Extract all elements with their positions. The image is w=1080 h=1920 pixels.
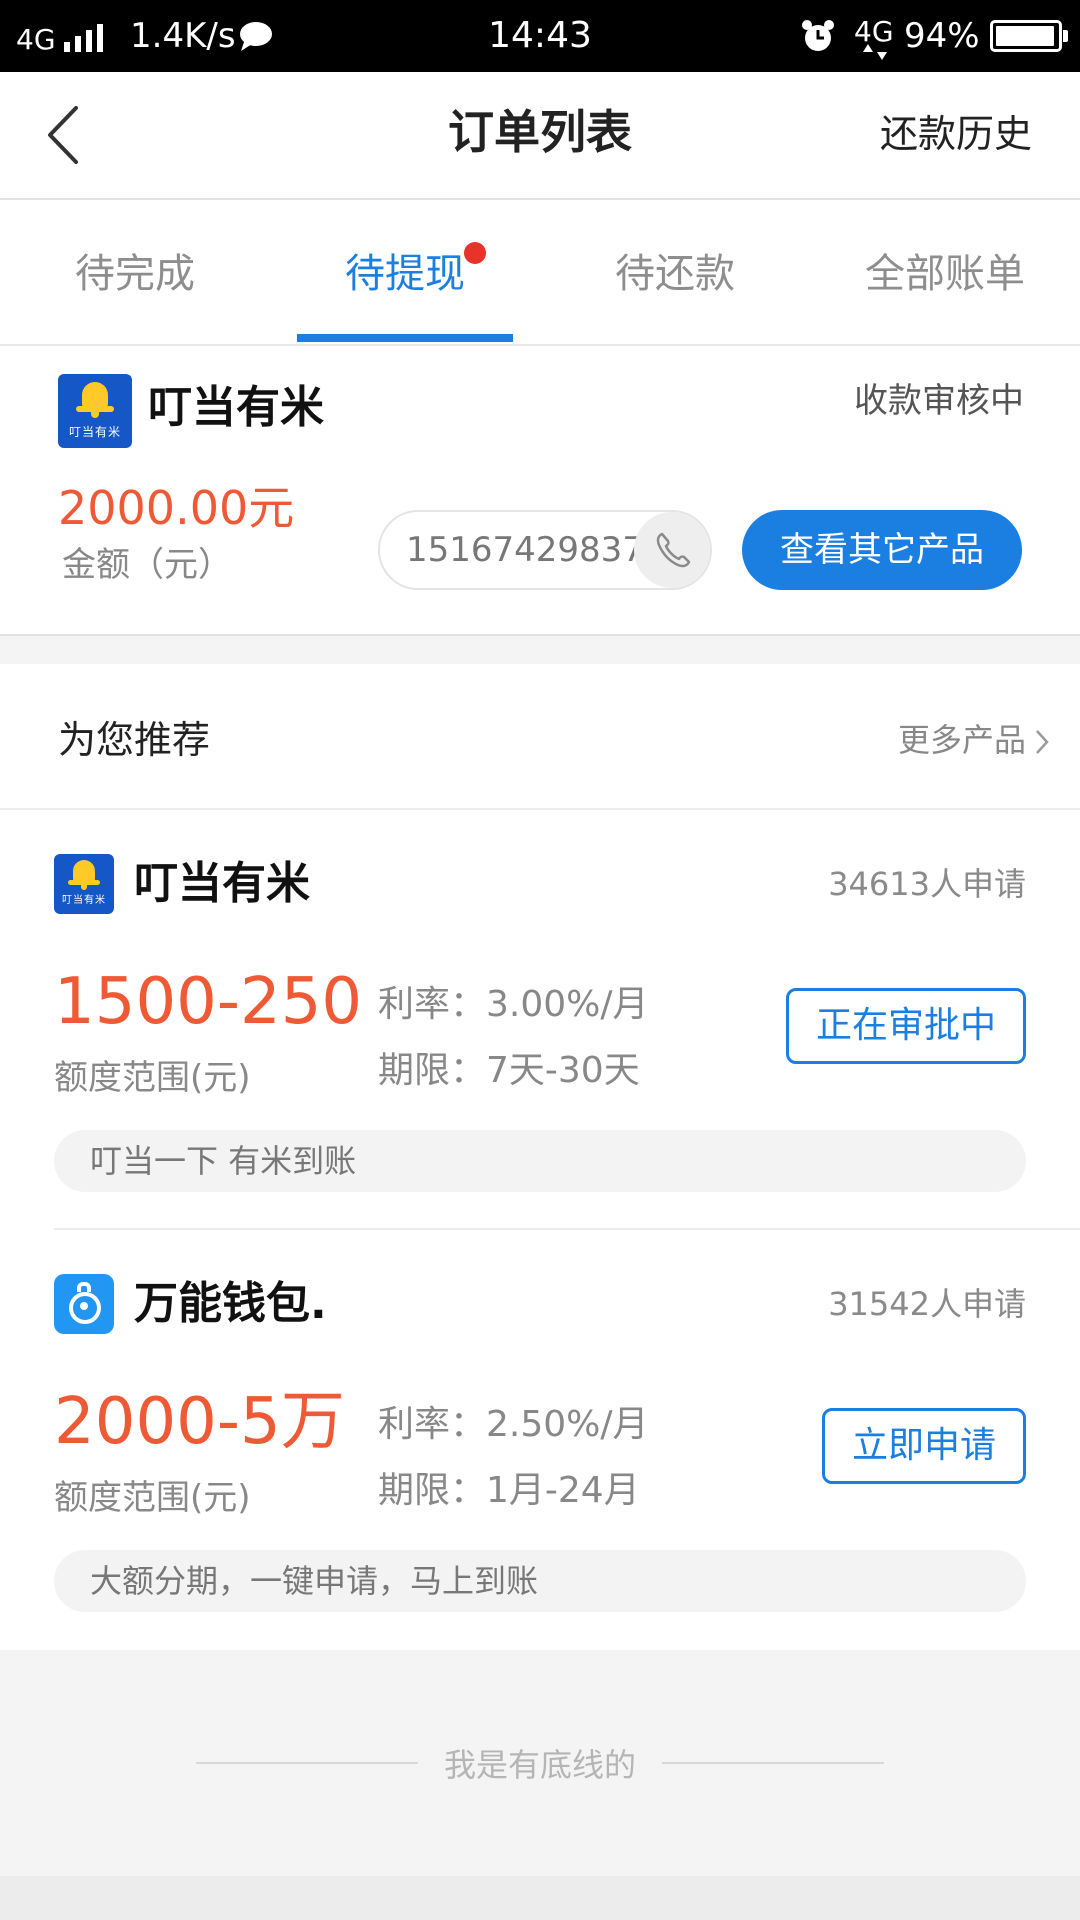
status-bar: 4G 1.4K/s 14:43 4G 94% (0, 0, 1080, 72)
order-card: 叮当有米 叮当有米 收款审核中 2000.00元 金额（元） 151674298… (0, 346, 1080, 636)
product-slogan: 大额分期，一键申请，马上到账 (54, 1550, 1026, 1612)
battery-icon (990, 20, 1068, 52)
more-products-label: 更多产品 (897, 721, 1026, 759)
applicant-count: 34613人申请 (828, 865, 1026, 903)
battery-percent: 94% (904, 16, 980, 56)
repayment-history-link[interactable]: 还款历史 (880, 106, 1032, 162)
apply-now-button[interactable]: 立即申请 (822, 1408, 1026, 1484)
product-name: 万能钱包. (134, 1278, 327, 1329)
data-arrows-icon (863, 44, 887, 60)
amount-range: 2000-5万 (54, 1385, 345, 1459)
interest-rate: 利率：2.50%/月 (378, 1404, 649, 1445)
nav-header: 订单列表 还款历史 (0, 72, 1080, 200)
product-divider (54, 1228, 1080, 1230)
chevron-right-icon (1036, 730, 1049, 754)
product-slogan: 叮当一下 有米到账 (54, 1130, 1026, 1192)
list-end-footer: 我是有底线的 (0, 1650, 1080, 1876)
recommend-section: 为您推荐 更多产品 叮当有米 叮当有米 34613人申请 1500-250 额度… (0, 664, 1080, 1650)
phone-icon (656, 532, 691, 568)
applicant-count: 31542人申请 (828, 1285, 1026, 1323)
tab-label: 待提现 (345, 251, 465, 297)
dingdang-logo-icon: 叮当有米 (58, 374, 132, 448)
tab-pending-repay[interactable]: 待还款 (540, 246, 810, 302)
tab-pending-complete[interactable]: 待完成 (0, 246, 270, 302)
reviewing-button[interactable]: 正在审批中 (786, 988, 1026, 1064)
amount-range-label: 额度范围(元) (54, 1058, 251, 1098)
section-divider (0, 808, 1080, 810)
wallet-logo-icon (54, 1274, 114, 1334)
loan-term: 期限：7天-30天 (378, 1050, 640, 1091)
dingdang-logo-icon: 叮当有米 (54, 854, 114, 914)
view-other-products-button[interactable]: 查看其它产品 (742, 510, 1022, 590)
loan-term: 期限：1月-24月 (378, 1470, 640, 1511)
tab-pending-withdraw[interactable]: 待提现 (270, 242, 540, 302)
order-status: 收款审核中 (854, 381, 1024, 421)
call-button[interactable] (634, 512, 710, 588)
phone-number: 15167429837 (406, 530, 644, 570)
order-amount: 2000.00元 (58, 481, 295, 535)
order-product-name: 叮当有米 (148, 382, 324, 433)
amount-range-label: 额度范围(元) (54, 1478, 251, 1518)
end-of-list-text: 我是有底线的 (443, 1746, 636, 1784)
alarm-icon (802, 20, 834, 51)
product-name: 叮当有米 (134, 858, 310, 909)
interest-rate: 利率：3.00%/月 (378, 984, 649, 1025)
phone-pill: 15167429837 (378, 510, 712, 590)
tab-all-bills[interactable]: 全部账单 (810, 246, 1080, 302)
recommend-title: 为您推荐 (58, 718, 211, 762)
more-products-link[interactable]: 更多产品 (898, 714, 1050, 766)
bottom-strip (0, 1876, 1080, 1920)
order-amount-label: 金额（元） (62, 545, 232, 585)
amount-range: 1500-250 (54, 965, 363, 1039)
active-tab-indicator (297, 334, 513, 342)
tab-bar: 待完成 待提现 待还款 全部账单 (0, 200, 1080, 346)
notification-dot (464, 242, 486, 264)
logo-caption: 叮当有米 (68, 425, 121, 439)
logo-caption: 叮当有米 (62, 895, 106, 906)
